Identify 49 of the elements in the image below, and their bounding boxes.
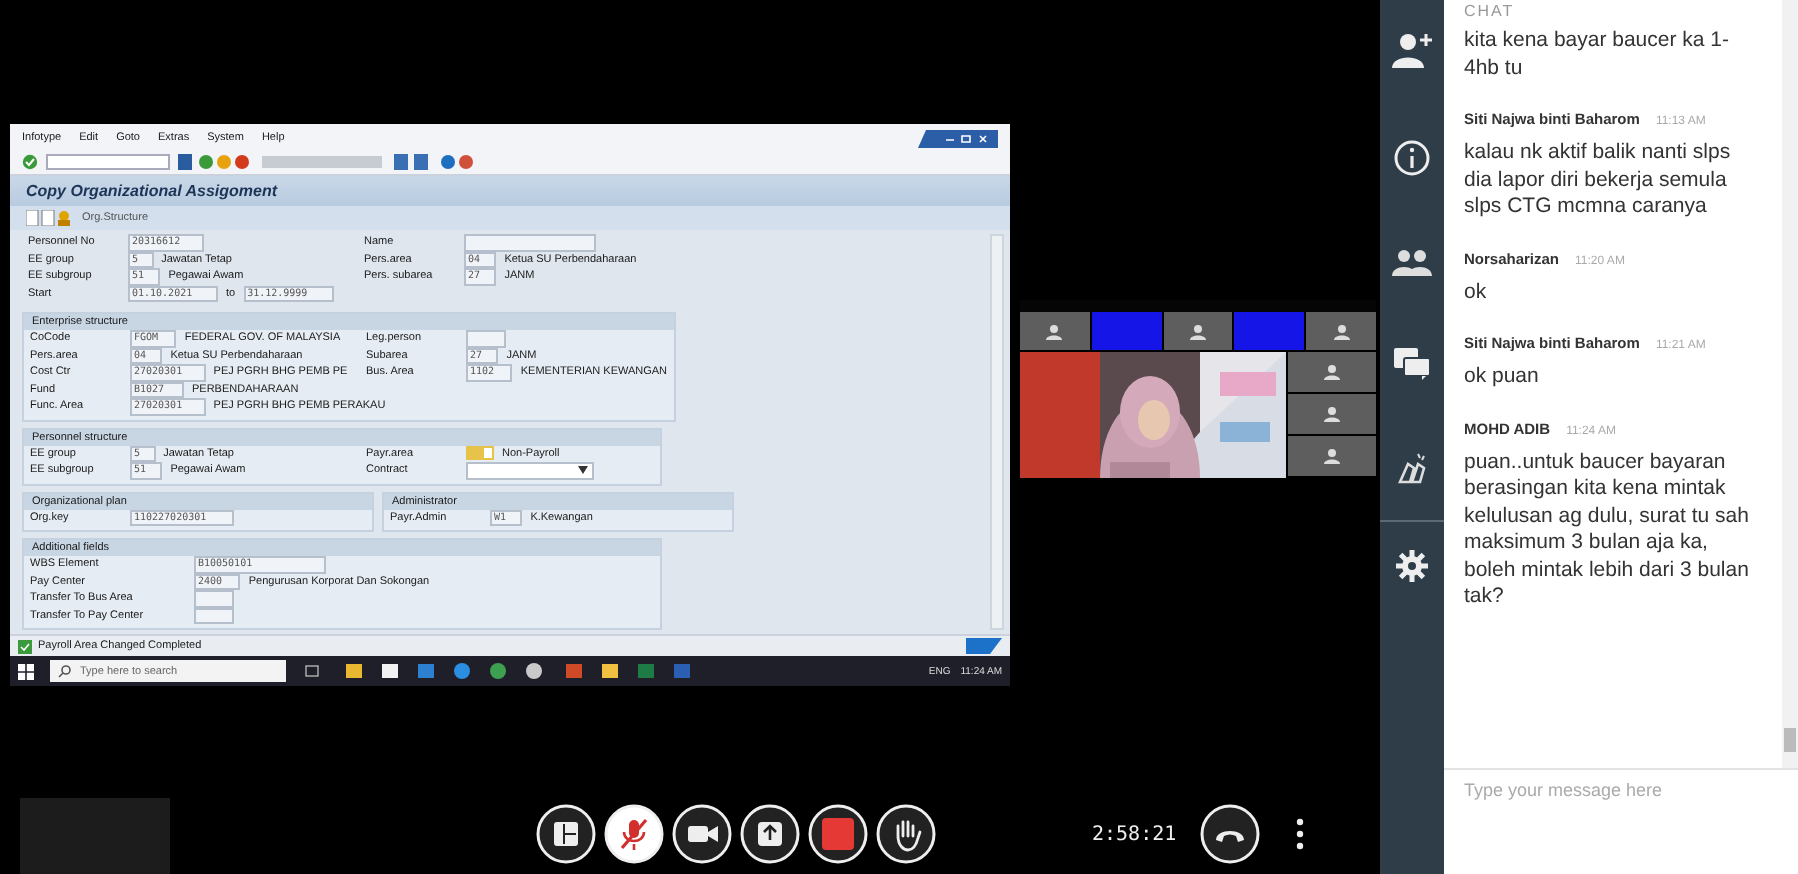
info-icon[interactable] (1394, 140, 1430, 176)
command-field[interactable] (46, 154, 170, 170)
layout-button[interactable] (536, 804, 596, 864)
raise-hand-button[interactable] (876, 804, 936, 864)
check-icon[interactable] (22, 154, 38, 170)
participants-icon[interactable] (1392, 248, 1432, 276)
person-icon (1324, 364, 1340, 380)
clapping-hands-icon[interactable] (1394, 452, 1430, 488)
message-text: kita kena bayar baucer ka 1-4hb tu (1464, 28, 1731, 82)
person-icon (1189, 323, 1206, 339)
search-icon (58, 664, 72, 678)
screen-title: Copy Organizational Assigoment (10, 176, 1010, 206)
add-person-icon[interactable] (1392, 32, 1432, 68)
window-controls-icon[interactable] (918, 129, 998, 147)
input-field[interactable] (466, 330, 506, 347)
scrollbar[interactable] (990, 234, 1004, 630)
success-icon (18, 639, 32, 653)
input-field[interactable] (194, 590, 234, 607)
document-icons-drawing[interactable] (26, 210, 70, 226)
message-text: puan..untuk baucer bayaran berasingan kita kena mintak kelulusan ag dulu, surat tu sah maksimum 3 bulan aja ka, boleh mintak lebih dari 3 bulan tak? (1464, 449, 1751, 611)
hang-up-button[interactable] (1200, 804, 1261, 864)
person-icon (1324, 406, 1340, 422)
share-screen-button[interactable] (740, 804, 800, 864)
participant-tile[interactable] (1306, 312, 1376, 350)
scrollbar[interactable] (1782, 0, 1798, 768)
settings-icon[interactable] (1396, 550, 1428, 582)
participant-tile[interactable] (1091, 312, 1162, 350)
chat-title: CHAT (1464, 2, 1517, 20)
person-icon (1324, 448, 1340, 464)
message-text: ok puan (1464, 364, 1541, 391)
windows-icon[interactable] (18, 663, 34, 679)
input-field[interactable] (464, 234, 596, 251)
participant-tile[interactable] (1288, 352, 1376, 392)
camera-button[interactable] (672, 804, 732, 864)
person-icon (1046, 323, 1063, 339)
call-timer: 2:58:21 (1092, 823, 1177, 845)
person-icon (1333, 323, 1350, 339)
mic-muted-button[interactable] (604, 804, 664, 864)
participant-tile[interactable] (1163, 312, 1233, 350)
message-text: kalau nk aktif balik nanti slps dia lapor diri bekerja semula slps CTG mcmna caranya (1464, 140, 1733, 221)
participant-tile[interactable] (1234, 312, 1305, 350)
chat-icon[interactable] (1394, 348, 1430, 380)
stop-button[interactable] (808, 804, 868, 864)
participant-tile[interactable] (1288, 394, 1376, 434)
participant-tile[interactable] (1020, 312, 1090, 350)
message-text: ok (1464, 279, 1489, 306)
caret-icon (578, 466, 588, 475)
participant-tile[interactable] (1288, 436, 1376, 476)
more-options-icon[interactable] (1296, 818, 1305, 850)
